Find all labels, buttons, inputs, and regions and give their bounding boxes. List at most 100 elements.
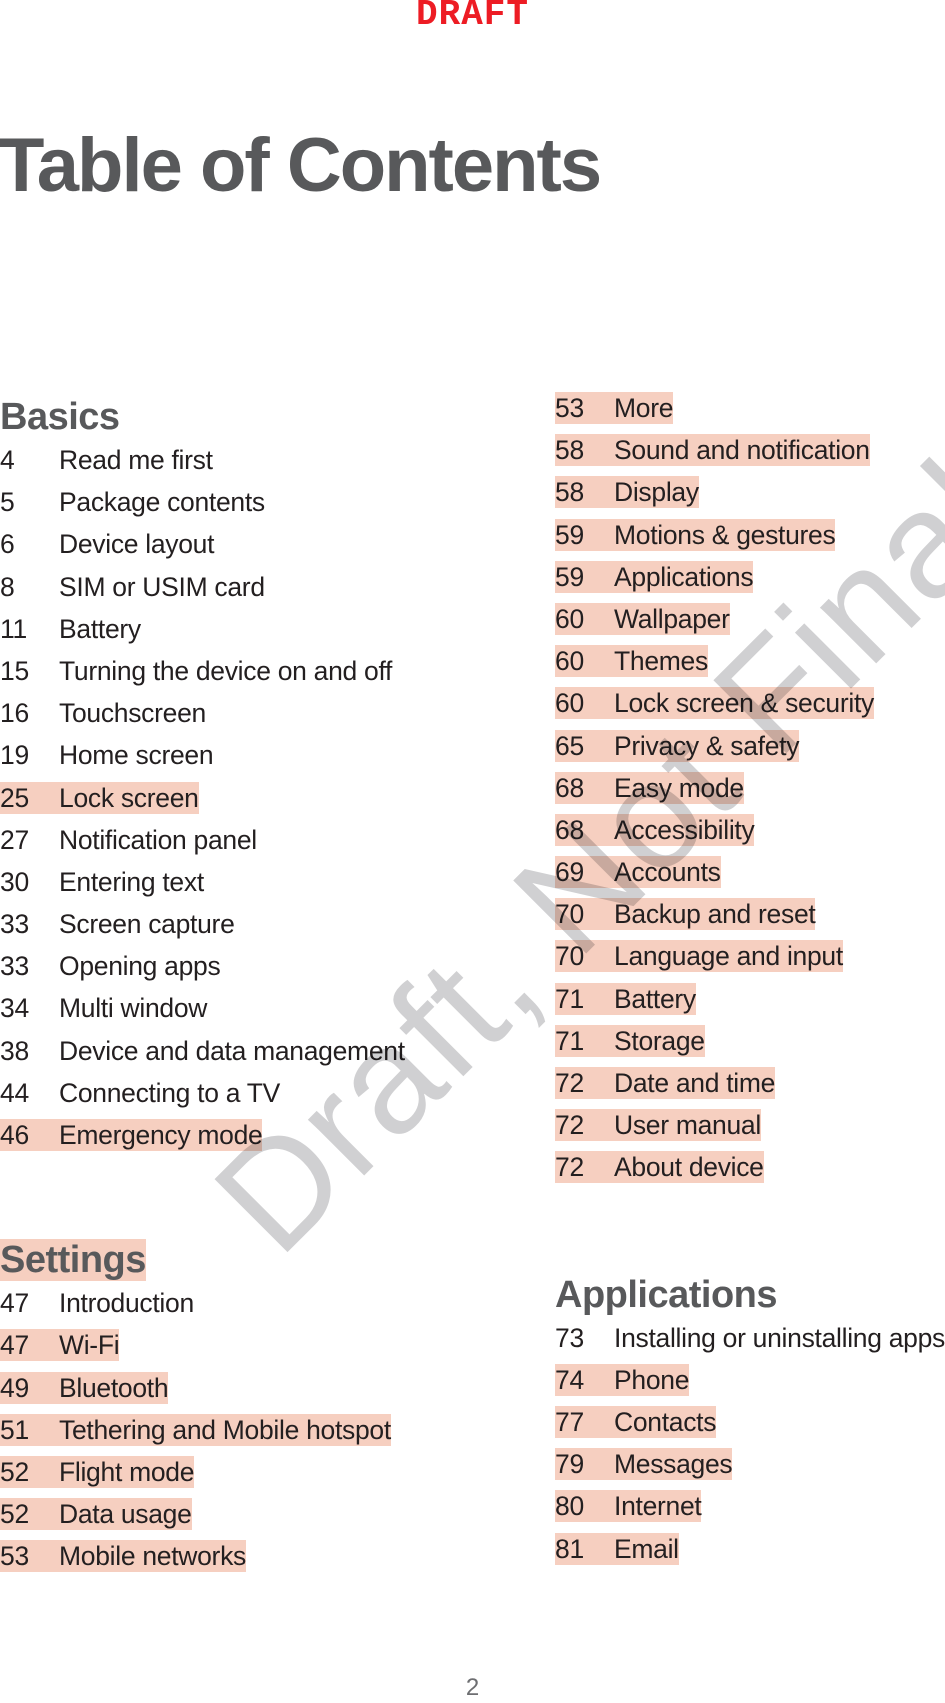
toc-entry[interactable]: 30 Entering text: [0, 866, 500, 908]
toc-entry[interactable]: 16 Touchscreen: [0, 697, 500, 739]
toc-entry[interactable]: 70 Backup and reset: [555, 898, 945, 940]
toc-entry-link[interactable]: 72 About device: [555, 1151, 764, 1184]
toc-entry[interactable]: 52 Data usage: [0, 1498, 500, 1540]
toc-entry-link[interactable]: 25 Lock screen: [0, 781, 199, 814]
toc-entry[interactable]: 58 Display: [555, 476, 945, 518]
toc-entry[interactable]: 4 Read me first: [0, 444, 500, 486]
toc-entry[interactable]: 53 Mobile networks: [0, 1540, 500, 1582]
toc-entry-link[interactable]: 74 Phone: [555, 1363, 689, 1396]
toc-entry[interactable]: 68 Easy mode: [555, 771, 945, 814]
toc-entry-link[interactable]: 38 Device and data management: [0, 1035, 405, 1067]
toc-entry[interactable]: 33 Opening apps: [0, 950, 500, 992]
toc-entry-link[interactable]: 59 Applications: [555, 560, 754, 593]
toc-entry-link[interactable]: 71 Battery: [555, 982, 696, 1015]
toc-entry[interactable]: 6 Device layout: [0, 528, 500, 570]
toc-entry-link[interactable]: 4 Read me first: [0, 444, 213, 476]
toc-entry-link[interactable]: 49 Bluetooth: [0, 1371, 169, 1404]
toc-entry-link[interactable]: 81 Email: [555, 1532, 679, 1565]
toc-entry[interactable]: 53 More: [555, 392, 945, 434]
toc-entry[interactable]: 72 About device: [555, 1151, 945, 1193]
toc-entry-link[interactable]: 52 Data usage: [0, 1498, 192, 1531]
toc-entry-link[interactable]: 6 Device layout: [0, 528, 214, 560]
toc-entry[interactable]: 25 Lock screen: [0, 781, 500, 824]
toc-entry[interactable]: 51 Tethering and Mobile hotspot: [0, 1413, 500, 1456]
toc-entry[interactable]: 52 Flight mode: [0, 1455, 500, 1498]
toc-entry-link[interactable]: 30 Entering text: [0, 866, 204, 898]
toc-entry[interactable]: 71 Battery: [555, 982, 945, 1025]
toc-entry[interactable]: 5 Package contents: [0, 486, 500, 528]
toc-entry[interactable]: 80 Internet: [555, 1490, 945, 1532]
toc-entry[interactable]: 58 Sound and notification: [555, 434, 945, 476]
toc-entry-link[interactable]: 5 Package contents: [0, 486, 265, 518]
toc-entry[interactable]: 72 User manual: [555, 1109, 945, 1151]
toc-entry[interactable]: 60 Lock screen & security: [555, 687, 945, 729]
toc-entry[interactable]: 65 Privacy & safety: [555, 729, 945, 772]
toc-entry[interactable]: 33 Screen capture: [0, 908, 500, 950]
toc-entry[interactable]: 72 Date and time: [555, 1067, 945, 1109]
toc-entry[interactable]: 19 Home screen: [0, 739, 500, 781]
toc-entry[interactable]: 60 Themes: [555, 645, 945, 687]
toc-entry[interactable]: 70 Language and input: [555, 940, 945, 982]
toc-entry-link[interactable]: 80 Internet: [555, 1490, 702, 1523]
toc-entry-link[interactable]: 47 Introduction: [0, 1287, 194, 1319]
toc-entry[interactable]: 44 Connecting to a TV: [0, 1077, 500, 1119]
toc-entry-link[interactable]: 69 Accounts: [555, 856, 721, 889]
toc-entry[interactable]: 68 Accessibility: [555, 813, 945, 856]
toc-entry-link[interactable]: 79 Messages: [555, 1448, 733, 1481]
toc-entry-link[interactable]: 60 Lock screen & security: [555, 687, 874, 720]
toc-entry-link[interactable]: 77 Contacts: [555, 1405, 716, 1438]
toc-entry[interactable]: 49 Bluetooth: [0, 1371, 500, 1414]
toc-entry-link[interactable]: 68 Easy mode: [555, 771, 744, 804]
toc-page-number: 71: [555, 1025, 584, 1056]
toc-entry-link[interactable]: 59 Motions & gestures: [555, 518, 836, 551]
toc-entry-link[interactable]: 60 Themes: [555, 645, 708, 678]
toc-entry-link[interactable]: 60 Wallpaper: [555, 602, 730, 635]
toc-entry[interactable]: 60 Wallpaper: [555, 602, 945, 645]
toc-entry[interactable]: 47 Introduction: [0, 1287, 500, 1329]
toc-entry-link[interactable]: 72 Date and time: [555, 1067, 775, 1099]
toc-entry-link[interactable]: 58 Sound and notification: [555, 434, 870, 467]
toc-entry[interactable]: 38 Device and data management: [0, 1035, 500, 1077]
toc-entry-link[interactable]: 15 Turning the device on and off: [0, 655, 392, 687]
toc-entry-link[interactable]: 52 Flight mode: [0, 1455, 194, 1488]
toc-entry-link[interactable]: 8 SIM or USIM card: [0, 571, 265, 603]
toc-entry[interactable]: 59 Motions & gestures: [555, 518, 945, 561]
toc-entry[interactable]: 79 Messages: [555, 1448, 945, 1490]
toc-entry-link[interactable]: 11 Battery: [0, 613, 141, 645]
toc-entry[interactable]: 11 Battery: [0, 613, 500, 655]
toc-entry-link[interactable]: 19 Home screen: [0, 739, 214, 771]
toc-entry-link[interactable]: 70 Language and input: [555, 940, 843, 973]
toc-entry[interactable]: 34 Multi window: [0, 992, 500, 1034]
toc-entry[interactable]: 69 Accounts: [555, 856, 945, 898]
toc-entry[interactable]: 77 Contacts: [555, 1405, 945, 1448]
toc-entry[interactable]: 46 Emergency mode: [0, 1119, 500, 1161]
toc-entry-link[interactable]: 72 User manual: [555, 1109, 761, 1142]
toc-entry-link[interactable]: 16 Touchscreen: [0, 697, 206, 729]
toc-entry-link[interactable]: 71 Storage: [555, 1024, 705, 1057]
toc-entry[interactable]: 47 Wi-Fi: [0, 1329, 500, 1371]
toc-entry-link[interactable]: 33 Opening apps: [0, 950, 221, 982]
toc-entry[interactable]: 27 Notification panel: [0, 824, 500, 866]
toc-entry-link[interactable]: 47 Wi-Fi: [0, 1329, 120, 1362]
toc-entry[interactable]: 81 Email: [555, 1532, 945, 1575]
toc-entry-link[interactable]: 65 Privacy & safety: [555, 729, 799, 762]
toc-entry[interactable]: 59 Applications: [555, 560, 945, 603]
toc-entry-link[interactable]: 33 Screen capture: [0, 908, 235, 940]
toc-entry[interactable]: 74 Phone: [555, 1363, 945, 1406]
toc-entry-link[interactable]: 58 Display: [555, 476, 699, 509]
toc-entry[interactable]: 15 Turning the device on and off: [0, 655, 500, 697]
toc-page-number: 47: [0, 1288, 29, 1319]
toc-entry[interactable]: 73 Installing or uninstalling apps: [555, 1322, 945, 1364]
toc-entry-link[interactable]: 34 Multi window: [0, 992, 207, 1024]
toc-entry-link[interactable]: 53 More: [555, 392, 673, 424]
toc-entry-link[interactable]: 46 Emergency mode: [0, 1119, 263, 1151]
toc-entry[interactable]: 71 Storage: [555, 1024, 945, 1067]
toc-entry-link[interactable]: 68 Accessibility: [555, 813, 755, 846]
toc-entry-link[interactable]: 70 Backup and reset: [555, 898, 816, 931]
toc-entry-link[interactable]: 51 Tethering and Mobile hotspot: [0, 1413, 391, 1446]
toc-entry-link[interactable]: 27 Notification panel: [0, 824, 257, 856]
toc-entry-link[interactable]: 73 Installing or uninstalling apps: [555, 1322, 945, 1354]
toc-entry-link[interactable]: 53 Mobile networks: [0, 1540, 246, 1573]
toc-entry-link[interactable]: 44 Connecting to a TV: [0, 1077, 280, 1109]
toc-entry[interactable]: 8 SIM or USIM card: [0, 571, 500, 613]
